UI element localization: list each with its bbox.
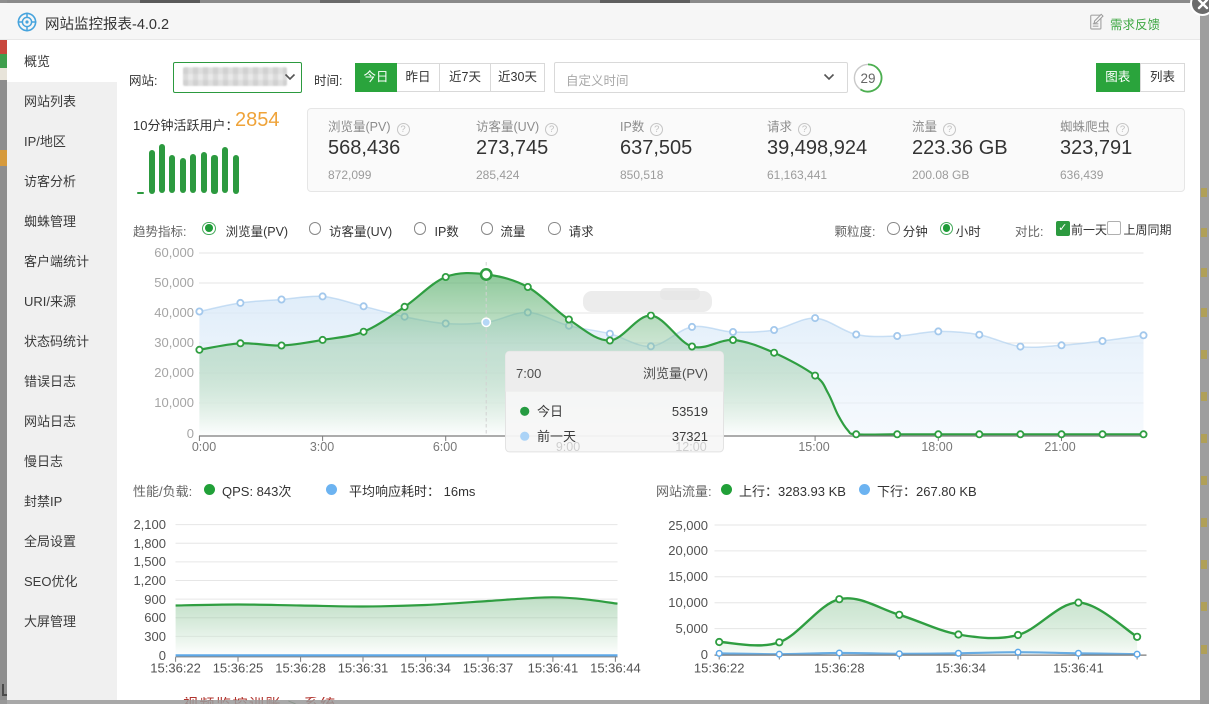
svg-text:9:00: 9:00 bbox=[556, 440, 580, 454]
svg-text:1,800: 1,800 bbox=[133, 536, 166, 551]
svg-text:1,500: 1,500 bbox=[133, 554, 166, 569]
svg-text:浏览量(PV): 浏览量(PV) bbox=[643, 366, 708, 381]
svg-text:15:36:44: 15:36:44 bbox=[590, 661, 641, 676]
svg-text:5,000: 5,000 bbox=[675, 621, 708, 636]
svg-text:18:00: 18:00 bbox=[921, 440, 952, 454]
svg-text:30,000: 30,000 bbox=[154, 335, 194, 350]
svg-text:15:36:41: 15:36:41 bbox=[528, 661, 579, 676]
svg-text:600: 600 bbox=[144, 610, 166, 625]
svg-text:12:00: 12:00 bbox=[675, 440, 706, 454]
svg-text:10,000: 10,000 bbox=[668, 595, 708, 610]
svg-text:60,000: 60,000 bbox=[154, 245, 194, 260]
svg-text:15:36:28: 15:36:28 bbox=[814, 661, 865, 676]
svg-text:300: 300 bbox=[144, 629, 166, 644]
svg-text:7:00: 7:00 bbox=[516, 366, 541, 381]
svg-text:15:36:41: 15:36:41 bbox=[1053, 661, 1104, 676]
svg-text:15:00: 15:00 bbox=[798, 440, 829, 454]
svg-text:53519: 53519 bbox=[672, 404, 708, 419]
svg-text:0: 0 bbox=[187, 426, 194, 441]
svg-text:6:00: 6:00 bbox=[433, 440, 457, 454]
svg-text:15:36:31: 15:36:31 bbox=[338, 661, 389, 676]
svg-text:今日: 今日 bbox=[537, 404, 563, 419]
svg-text:20,000: 20,000 bbox=[154, 365, 194, 380]
svg-text:15:36:22: 15:36:22 bbox=[694, 661, 745, 676]
svg-text:900: 900 bbox=[144, 592, 166, 607]
svg-text:40,000: 40,000 bbox=[154, 305, 194, 320]
svg-text:15:36:28: 15:36:28 bbox=[275, 661, 326, 676]
svg-text:0:00: 0:00 bbox=[192, 440, 216, 454]
svg-text:15:36:25: 15:36:25 bbox=[213, 661, 264, 676]
svg-text:20,000: 20,000 bbox=[668, 543, 708, 558]
svg-text:2,100: 2,100 bbox=[133, 517, 166, 532]
svg-text:50,000: 50,000 bbox=[154, 275, 194, 290]
svg-text:15,000: 15,000 bbox=[668, 569, 708, 584]
svg-text:25,000: 25,000 bbox=[668, 518, 708, 533]
svg-text:15:36:37: 15:36:37 bbox=[463, 661, 514, 676]
svg-text:15:36:22: 15:36:22 bbox=[150, 661, 201, 676]
svg-text:15:36:34: 15:36:34 bbox=[935, 661, 986, 676]
svg-text:21:00: 21:00 bbox=[1044, 440, 1075, 454]
svg-text:15:36:34: 15:36:34 bbox=[400, 661, 451, 676]
svg-text:1,200: 1,200 bbox=[133, 573, 166, 588]
svg-text:10,000: 10,000 bbox=[154, 395, 194, 410]
svg-text:3:00: 3:00 bbox=[310, 440, 334, 454]
